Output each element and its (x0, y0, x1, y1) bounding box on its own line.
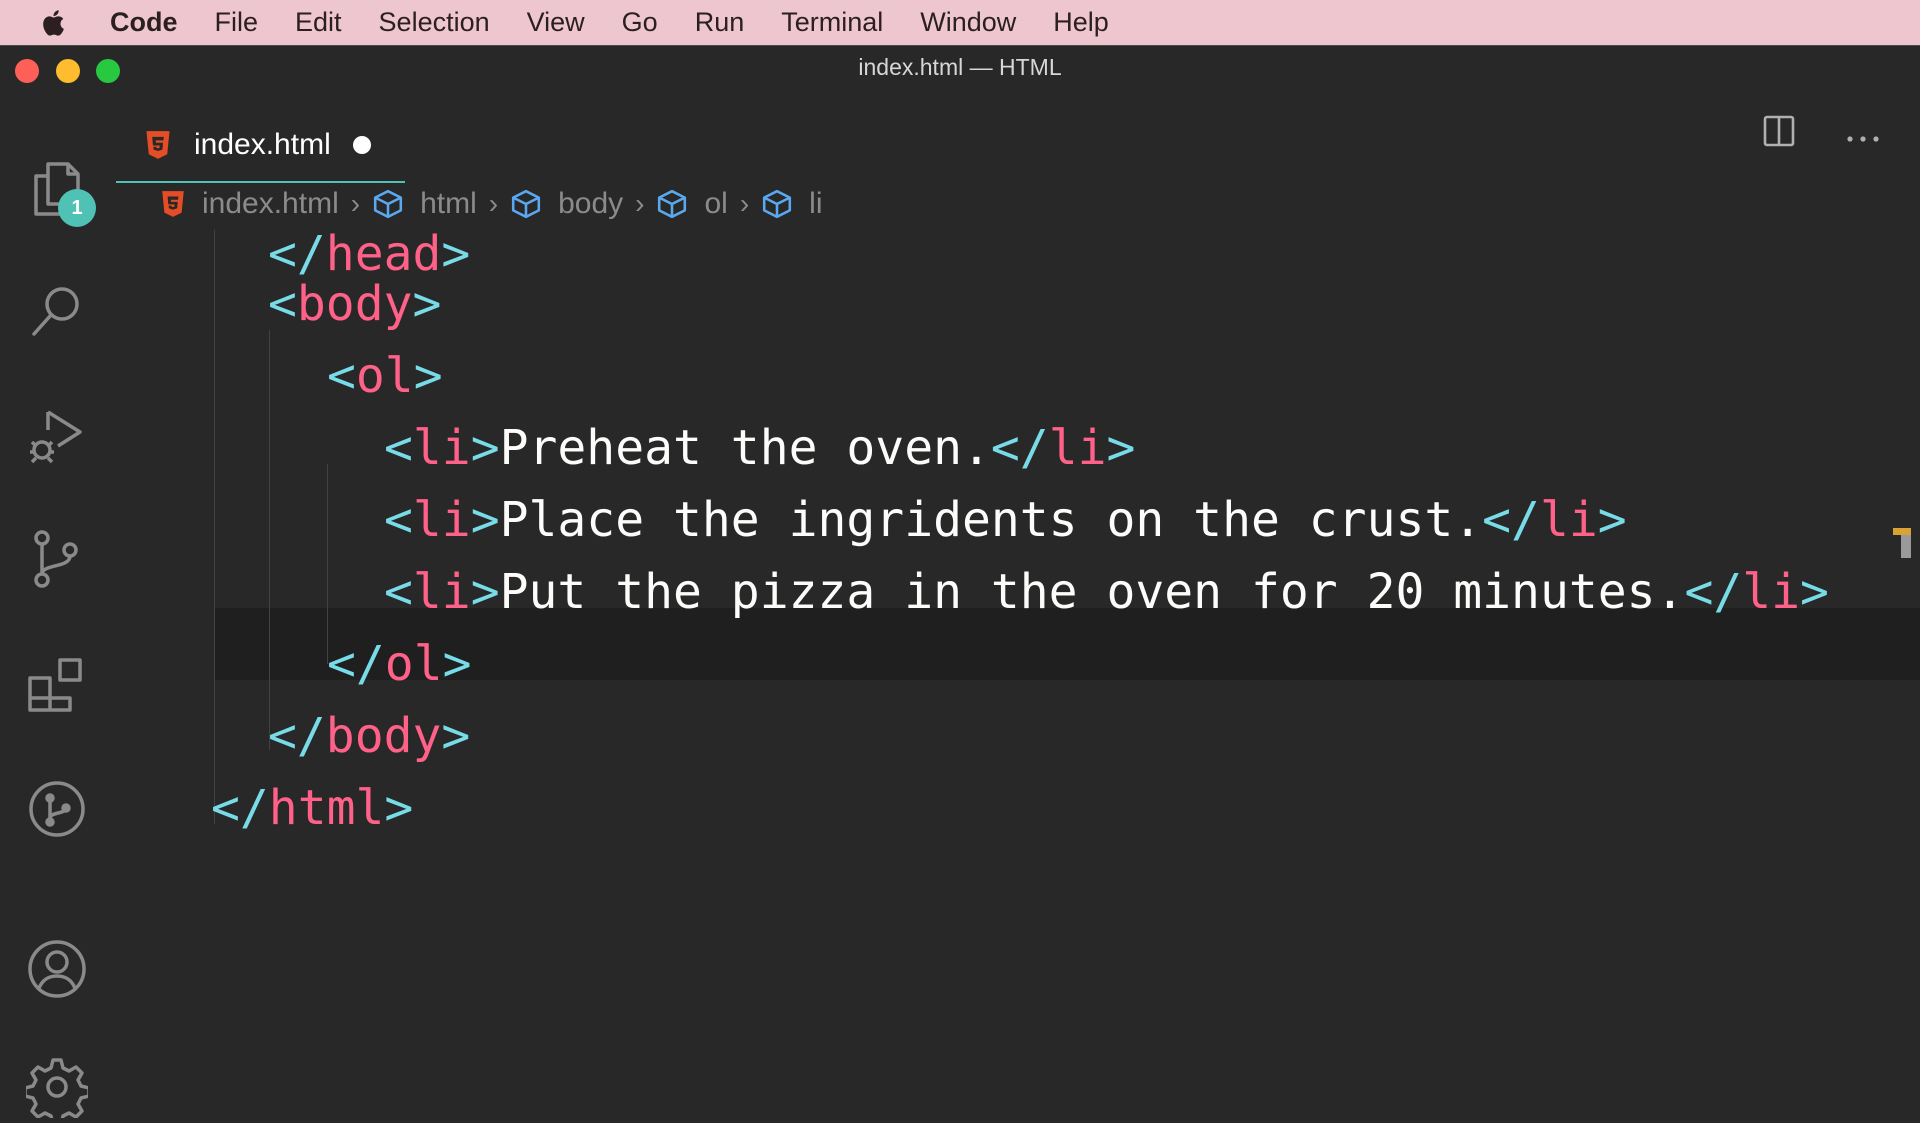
title-bar: index.html — HTML (0, 46, 1920, 88)
code-line: </body> (268, 708, 471, 764)
chevron-right-icon: › (488, 188, 499, 219)
symbol-element-icon (373, 189, 403, 219)
menu-go[interactable]: Go (622, 7, 658, 38)
breadcrumb-label: html (420, 187, 477, 220)
breadcrumb-label: ol (704, 187, 728, 220)
breadcrumb-ol[interactable]: ol (656, 187, 728, 221)
html5-file-icon (162, 191, 184, 217)
window-title: index.html — HTML (858, 53, 1062, 80)
symbol-element-icon (763, 189, 792, 219)
menu-run[interactable]: Run (695, 7, 745, 38)
breadcrumb: index.html › html › body › ol › li (160, 179, 823, 229)
breadcrumb-file[interactable]: index.html (160, 187, 339, 221)
editor-window: index.html — HTML 1 index.html index.htm… (0, 45, 1920, 1123)
chevron-right-icon: › (739, 188, 750, 219)
explorer-badge: 1 (58, 189, 96, 227)
menu-view[interactable]: View (527, 7, 585, 38)
menu-bar: Code File Edit Selection View Go Run Ter… (0, 0, 1920, 45)
breadcrumb-label: li (809, 187, 823, 220)
breadcrumb-label: body (558, 187, 624, 220)
code-line: </html> (211, 780, 414, 836)
menu-app-code[interactable]: Code (110, 7, 178, 38)
breadcrumb-label: index.html (202, 187, 339, 220)
indent-guide (214, 230, 215, 824)
split-editor-icon[interactable] (1762, 114, 1812, 164)
overview-ruler-marker (1893, 528, 1911, 535)
code-editor[interactable]: </head> <body> <ol> <li>Preheat the oven… (0, 230, 1920, 1081)
close-window-button[interactable] (15, 59, 39, 83)
minimize-window-button[interactable] (56, 59, 80, 83)
code-line: <li>Place the ingridents on the crust.</… (384, 492, 1627, 548)
breadcrumb-html[interactable]: html (372, 187, 477, 221)
tab-label: index.html (194, 127, 331, 161)
indent-guide (269, 330, 270, 750)
code-line: <li>Put the pizza in the oven for 20 min… (384, 564, 1829, 620)
code-line: <ol> (327, 348, 443, 404)
symbol-element-icon (511, 189, 541, 219)
menu-file[interactable]: File (215, 7, 259, 38)
menu-help[interactable]: Help (1053, 7, 1109, 38)
more-actions-icon[interactable] (1838, 114, 1888, 164)
breadcrumb-li[interactable]: li (761, 187, 823, 221)
unsaved-dot-icon[interactable] (352, 135, 371, 154)
apple-icon[interactable] (40, 5, 76, 41)
chevron-right-icon: › (635, 188, 645, 219)
menu-edit[interactable]: Edit (295, 7, 342, 38)
code-line: </ol> (327, 636, 472, 692)
html5-file-icon (146, 130, 170, 159)
code-line: <body> (268, 276, 442, 332)
breadcrumb-body[interactable]: body (510, 187, 623, 221)
tab-index-html[interactable]: index.html (116, 108, 405, 183)
symbol-element-icon (658, 189, 687, 219)
menu-window[interactable]: Window (920, 7, 1016, 38)
code-line: <li>Preheat the oven.</li> (384, 420, 1136, 476)
menu-selection[interactable]: Selection (379, 7, 490, 38)
scrollbar-thumb[interactable] (1901, 535, 1911, 558)
zoom-window-button[interactable] (96, 59, 120, 83)
menu-terminal[interactable]: Terminal (781, 7, 883, 38)
chevron-right-icon: › (350, 188, 361, 219)
